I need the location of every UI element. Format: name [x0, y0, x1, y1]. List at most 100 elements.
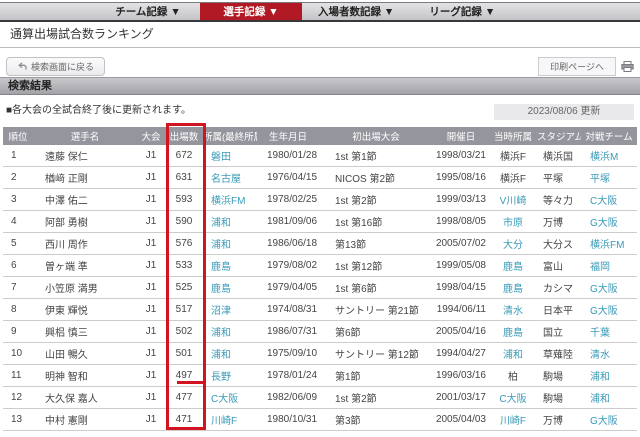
appearances-cell: 590	[165, 211, 203, 233]
then-club-cell[interactable]: 市原	[489, 211, 537, 233]
appearances-cell: 502	[165, 321, 203, 343]
column-header: 所属(最終所属)	[203, 127, 257, 145]
club-link[interactable]: 磐田	[203, 145, 257, 167]
stadium-cell: 万博	[537, 211, 581, 233]
club-link[interactable]: 鹿島	[203, 255, 257, 277]
stadium-cell: 日本平	[537, 299, 581, 321]
back-to-search-button[interactable]: 検索画面に戻る	[6, 57, 105, 76]
stadium-cell: 駒場	[537, 387, 581, 409]
player-name-cell: 山田 暢久	[33, 343, 137, 365]
opponent-link[interactable]: 清水	[581, 343, 637, 365]
then-club-cell[interactable]: 鹿島	[489, 277, 537, 299]
debut-date-cell: 2005/04/16	[433, 321, 489, 343]
appearances-cell: 501	[165, 343, 203, 365]
opponent-link[interactable]: 横浜M	[581, 145, 637, 167]
then-club-cell[interactable]: 大分	[489, 233, 537, 255]
player-name-cell: 曽ヶ端 準	[33, 255, 137, 277]
debut-match-cell: NICOS 第2節	[319, 167, 433, 189]
rank-cell: 1	[3, 145, 33, 167]
club-link[interactable]: 川崎F	[203, 409, 257, 431]
then-club-cell[interactable]: 鹿島	[489, 321, 537, 343]
nav-item-team-records[interactable]: チーム記録 ▼	[96, 3, 200, 20]
column-header: 出場数	[165, 127, 203, 145]
then-club-cell[interactable]: C大阪	[489, 387, 537, 409]
competition-cell: J1	[137, 211, 165, 233]
competition-cell: J1	[137, 387, 165, 409]
nav-item-league-records[interactable]: リーグ記録 ▼	[410, 3, 514, 20]
club-link[interactable]: 名古屋	[203, 167, 257, 189]
competition-cell: J1	[137, 299, 165, 321]
column-header: 選手名	[33, 127, 137, 145]
birthdate-cell: 1975/09/10	[257, 343, 319, 365]
club-link[interactable]: 沼津	[203, 299, 257, 321]
player-name-cell: 中澤 佑二	[33, 189, 137, 211]
club-link[interactable]: 長野	[203, 365, 257, 387]
player-name-cell: 楢﨑 正剛	[33, 167, 137, 189]
column-header: 大会	[137, 127, 165, 145]
nav-item-attendance-records[interactable]: 入場者数記録 ▼	[302, 3, 410, 20]
rank-cell: 3	[3, 189, 33, 211]
appearances-cell: 471	[165, 409, 203, 431]
stadium-cell: 平塚	[537, 167, 581, 189]
then-club-cell[interactable]: 清水	[489, 299, 537, 321]
birthdate-cell: 1978/01/24	[257, 365, 319, 387]
club-link[interactable]: 浦和	[203, 233, 257, 255]
club-link[interactable]: 浦和	[203, 321, 257, 343]
debut-date-cell: 1998/08/05	[433, 211, 489, 233]
rank-cell: 6	[3, 255, 33, 277]
competition-cell: J1	[137, 255, 165, 277]
club-link[interactable]: C大阪	[203, 387, 257, 409]
birthdate-cell: 1974/08/31	[257, 299, 319, 321]
then-club-cell[interactable]: V川崎	[489, 189, 537, 211]
opponent-link[interactable]: C大阪	[581, 189, 637, 211]
debut-date-cell: 1998/03/21	[433, 145, 489, 167]
print-area: 印刷ページへ	[538, 57, 634, 76]
birthdate-cell: 1986/07/31	[257, 321, 319, 343]
club-link[interactable]: 鹿島	[203, 277, 257, 299]
debut-match-cell: 1st 第2節	[319, 189, 433, 211]
nav-item-player-records[interactable]: 選手記録 ▼	[200, 3, 302, 20]
opponent-link[interactable]: 千葉	[581, 321, 637, 343]
opponent-link[interactable]: 浦和	[581, 387, 637, 409]
section-header-search-results: 検索結果	[0, 77, 640, 95]
club-link[interactable]: 浦和	[203, 343, 257, 365]
rank-cell: 11	[3, 365, 33, 387]
table-row: 13中村 憲剛J1471川崎F1980/10/31第3節2005/04/03川崎…	[3, 409, 637, 431]
opponent-link[interactable]: G大阪	[581, 299, 637, 321]
club-link[interactable]: 横浜FM	[203, 189, 257, 211]
club-link[interactable]: 浦和	[203, 211, 257, 233]
table-row: 4阿部 勇樹J1590浦和1981/09/061st 第16節1998/08/0…	[3, 211, 637, 233]
appearances-cell: 672	[165, 145, 203, 167]
opponent-link[interactable]: 平塚	[581, 167, 637, 189]
then-club-cell[interactable]: 鹿島	[489, 255, 537, 277]
player-name-cell: 興梠 慎三	[33, 321, 137, 343]
then-club-cell[interactable]: 浦和	[489, 343, 537, 365]
debut-match-cell: 第6節	[319, 321, 433, 343]
opponent-link[interactable]: G大阪	[581, 211, 637, 233]
debut-date-cell: 1995/08/16	[433, 167, 489, 189]
debut-date-cell: 1998/04/15	[433, 277, 489, 299]
opponent-link[interactable]: 福岡	[581, 255, 637, 277]
appearances-cell: 576	[165, 233, 203, 255]
printer-icon[interactable]	[621, 61, 634, 72]
print-page-link[interactable]: 印刷ページへ	[538, 57, 616, 76]
stadium-cell: 駒場	[537, 365, 581, 387]
debut-match-cell: 1st 第16節	[319, 211, 433, 233]
opponent-link[interactable]: G大阪	[581, 277, 637, 299]
stadium-cell: 国立	[537, 321, 581, 343]
competition-cell: J1	[137, 233, 165, 255]
opponent-link[interactable]: 横浜FM	[581, 233, 637, 255]
stadium-cell: 富山	[537, 255, 581, 277]
note-row: ■各大会の全試合終了後に更新されます。 2023/08/06 更新	[0, 99, 640, 123]
table-header-row: 順位選手名大会出場数所属(最終所属)生年月日初出場大会開催日当時所属スタジアム対…	[3, 127, 637, 145]
debut-date-cell: 2005/07/02	[433, 233, 489, 255]
debut-match-cell: 1st 第2節	[319, 387, 433, 409]
stadium-cell: カシマ	[537, 277, 581, 299]
opponent-link[interactable]: G大阪	[581, 409, 637, 431]
opponent-link[interactable]: 浦和	[581, 365, 637, 387]
then-club-cell: 横浜F	[489, 145, 537, 167]
then-club-cell[interactable]: 川崎F	[489, 409, 537, 431]
ranking-table: 順位選手名大会出場数所属(最終所属)生年月日初出場大会開催日当時所属スタジアム対…	[3, 127, 637, 431]
debut-match-cell: サントリー 第21節	[319, 299, 433, 321]
player-name-cell: 中村 憲剛	[33, 409, 137, 431]
